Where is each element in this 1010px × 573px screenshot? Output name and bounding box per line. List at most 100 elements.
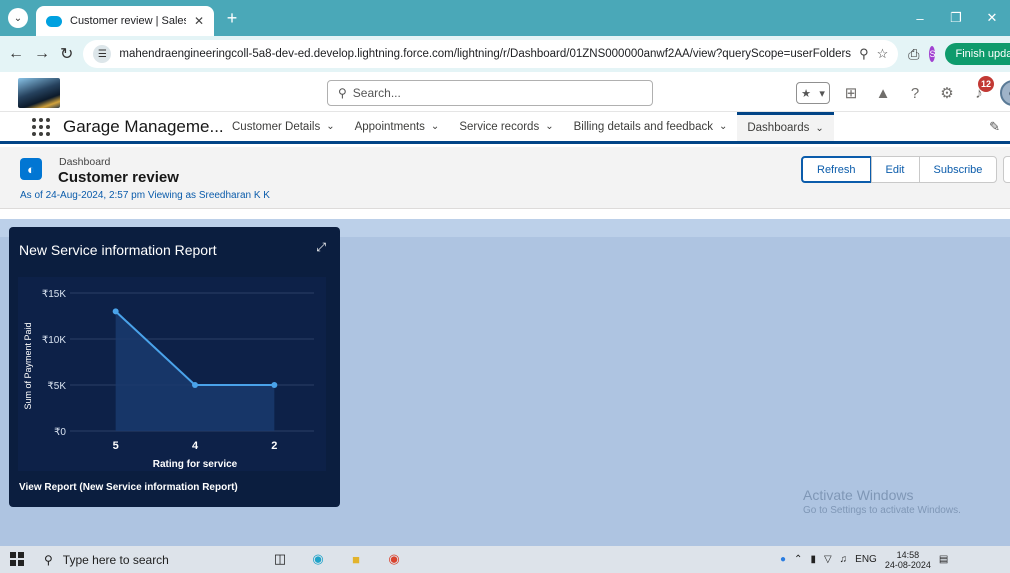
x-axis-label: Rating for service [153,459,238,470]
extensions-icon[interactable]: ⎙ [908,46,919,63]
chevron-down-icon[interactable]: ⌄ [326,121,334,132]
dashboard-canvas: New Service information Report ⤢ ₹0 ₹5K ₹1… [0,219,1010,546]
nav-item-billing-details[interactable]: Billing details and feedback ⌄ [564,112,738,141]
help-icon[interactable]: ? [904,82,926,104]
global-header: ⚲ Search... ★ ▾ ⊞ ▲ ? ⚙ ♪ 12 ☺ [0,72,1010,112]
trailhead-icon[interactable]: ▲ [872,82,894,104]
minimize-icon[interactable]: – [902,0,938,36]
data-point [271,382,278,388]
clock-time: 14:58 [896,549,920,560]
nav-item-label: Service records [459,120,540,133]
zoom-icon[interactable]: ⚲ [859,46,869,62]
windows-start-icon[interactable] [10,552,24,566]
network-icon[interactable]: ▽ [824,554,832,565]
restore-icon[interactable]: ❐ [938,0,974,36]
finish-update-button[interactable]: Finish update ⋮ [945,43,1010,65]
bookmark-star-icon[interactable]: ☆ [877,46,889,62]
payment-by-rating-chart: ₹0 ₹5K ₹10K ₹15K 5 4 2 Rating for service Sum of… [18,277,326,471]
chevron-down-icon[interactable]: ⌄ [431,121,439,132]
x-tick-label: 4 [192,440,199,452]
edge-browser-icon[interactable]: ◉ [308,549,328,569]
search-icon: ⚲ [338,86,347,100]
data-point [112,308,119,315]
expand-icon[interactable]: ⤢ [316,240,326,255]
nav-item-label: Dashboards [747,122,810,134]
app-navigation: Garage Manageme... Customer Details ⌄ Ap… [0,112,1010,144]
page-title: Customer review [58,169,179,186]
taskbar-search[interactable]: ⚲ Type here to search [44,550,169,570]
notification-badge: 12 [978,76,994,92]
dashboard-gauge-icon: ◐ [20,158,42,180]
y-tick-label: ₹0 [54,427,66,438]
clock-date: 24-08-2024 [884,559,931,570]
watermark-subtitle: Go to Settings to activate Windows. [803,505,961,516]
edit-nav-pencil-icon[interactable]: ✎ [989,119,1000,135]
dashboard-actions: Refresh Edit Subscribe ▼ [801,156,1010,183]
header-utilities: ★ ▾ ⊞ ▲ ? ⚙ ♪ 12 ☺ [796,76,1010,106]
site-info-icon[interactable]: ☰ [93,45,112,63]
nav-item-customer-details[interactable]: Customer Details ⌄ [222,112,345,141]
tab-search-button[interactable]: ⌄ [8,8,28,28]
finish-update-label: Finish update [955,48,1010,60]
address-bar[interactable]: ☰ mahendraengineeringcoll-5a8-dev-ed.dev… [83,40,899,68]
clock[interactable]: 14:58 24-08-2024 [885,550,931,570]
forward-icon[interactable]: → [34,43,50,65]
close-tab-icon[interactable]: ✕ [194,14,204,28]
browser-tab-strip: ⌄ Customer review | Salesforce ✕ + – ❐ ✕ [0,0,1010,36]
system-tray: ● ⌃ ▮ ▽ ♫ ENG 14:58 24-08-2024 ▤ [780,549,948,570]
browser-tab[interactable]: Customer review | Salesforce ✕ [36,6,214,36]
app-name: Garage Manageme... [63,117,224,136]
nav-item-label: Appointments [354,120,425,133]
water-drop-icon[interactable]: ● [780,554,786,565]
battery-icon[interactable]: ▮ [810,554,816,565]
show-hidden-icons-icon[interactable]: ⌃ [794,554,802,565]
org-logo[interactable] [18,78,60,108]
watermark-title: Activate Windows [803,487,914,503]
task-view-icon[interactable]: ◫ [270,549,290,569]
taskbar-search-placeholder: Type here to search [62,553,169,567]
new-tab-button[interactable]: + [220,6,244,30]
windows-taskbar: ⚲ Type here to search ◫ ◉ ■ ◉ ● ⌃ ▮ ▽ ♫ … [0,546,1010,573]
user-avatar[interactable]: ☺ [1000,80,1010,106]
browser-toolbar: ← → ↻ ☰ mahendraengineeringcoll-5a8-dev-… [0,36,1010,72]
taskbar-apps: ◫ ◉ ■ ◉ [270,549,404,569]
favorites-button[interactable]: ★ ▾ [796,82,830,104]
volume-icon[interactable]: ♫ [840,554,848,565]
more-actions-dropdown[interactable]: ▼ [1003,156,1010,183]
file-explorer-icon[interactable]: ■ [346,549,366,569]
favorites-star-icon: ★ [801,87,812,100]
chrome-browser-icon[interactable]: ◉ [384,549,404,569]
chevron-down-icon[interactable]: ⌄ [545,121,553,132]
subscribe-button[interactable]: Subscribe [918,156,998,183]
dashboard-header: ◐ Dashboard Customer review As of 24-Aug… [0,147,1010,209]
nav-item-dashboards[interactable]: Dashboards ⌄ [737,112,834,141]
widget-title: New Service information Report [19,242,217,258]
chevron-down-icon[interactable]: ⌄ [719,121,727,132]
nav-item-appointments[interactable]: Appointments ⌄ [345,112,450,141]
global-actions-icon[interactable]: ⊞ [840,82,862,104]
tab-title: Customer review | Salesforce [70,15,186,27]
report-widget: New Service information Report ⤢ ₹0 ₹5K ₹1… [9,227,340,507]
back-icon[interactable]: ← [8,43,24,65]
profile-avatar[interactable]: S [929,46,936,62]
setup-gear-icon[interactable]: ⚙ [936,82,958,104]
nav-item-service-records[interactable]: Service records ⌄ [449,112,563,141]
global-search-input[interactable]: ⚲ Search... [327,80,653,106]
close-window-icon[interactable]: ✕ [974,0,1010,36]
notifications-bell-icon[interactable]: ♪ 12 [968,76,994,104]
view-report-link[interactable]: View Report (New Service information Rep… [19,482,238,493]
chevron-down-icon: ▾ [819,87,825,100]
y-axis-label: Sum of Payment Paid [23,322,33,409]
nav-item-label: Customer Details [232,120,321,133]
app-launcher-icon[interactable] [32,118,50,136]
chevron-down-icon[interactable]: ⌄ [815,123,823,134]
object-label: Dashboard [59,156,111,168]
url-text: mahendraengineeringcoll-5a8-dev-ed.devel… [119,48,852,60]
edit-button[interactable]: Edit [870,156,920,183]
reload-icon[interactable]: ↻ [60,43,73,65]
refresh-button[interactable]: Refresh [801,156,872,183]
search-placeholder: Search... [352,86,401,100]
search-icon: ⚲ [44,553,53,567]
notification-center-icon[interactable]: ▤ [939,554,948,565]
language-indicator[interactable]: ENG [855,554,877,565]
